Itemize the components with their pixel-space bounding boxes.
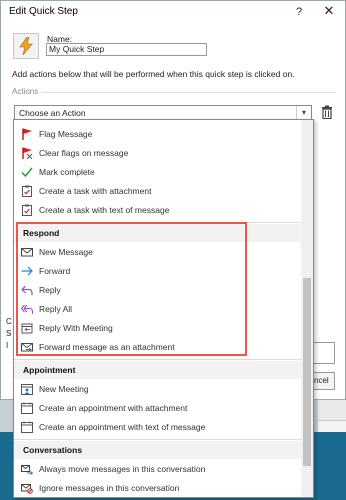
list-item-label: Always move messages in this conversatio… bbox=[39, 464, 206, 474]
list-item-new-message[interactable]: New Message bbox=[14, 243, 302, 262]
list-item-label: Mark complete bbox=[39, 167, 95, 177]
reply-all-icon bbox=[21, 304, 33, 314]
actions-divider bbox=[41, 92, 336, 93]
action-dropdown-list[interactable]: Flag Message Clear flags on message Mark… bbox=[13, 119, 314, 498]
list-item-label: Forward bbox=[39, 266, 71, 276]
red-flag-icon bbox=[22, 128, 32, 140]
list-item-ignore-messages[interactable]: Ignore messages in this conversation bbox=[14, 479, 302, 498]
calendar-people-icon bbox=[21, 384, 33, 395]
reply-meeting-icon bbox=[21, 323, 33, 334]
list-item-label: Forward message as an attachment bbox=[39, 342, 175, 352]
list-item-label: Create an appointment with text of messa… bbox=[39, 422, 206, 432]
actions-group-label: Actions bbox=[12, 87, 39, 96]
list-item-label: Reply All bbox=[39, 304, 73, 314]
cancel-button-label: ncel bbox=[314, 376, 329, 385]
delete-trash-icon[interactable] bbox=[321, 105, 333, 119]
list-item-forward-as-attachment[interactable]: Forward message as an attachment bbox=[14, 338, 302, 357]
partial-input-field[interactable] bbox=[314, 342, 335, 364]
lightning-icon bbox=[19, 37, 33, 55]
list-item-label: New Message bbox=[39, 247, 93, 257]
section-title: Respond bbox=[23, 228, 60, 238]
instructions-text: Add actions below that will be performed… bbox=[12, 69, 295, 79]
dialog-title: Edit Quick Step bbox=[9, 6, 78, 17]
partial-label-i: I bbox=[6, 341, 9, 350]
list-item-always-move[interactable]: Always move messages in this conversatio… bbox=[14, 460, 302, 479]
list-item-label: Reply bbox=[39, 285, 61, 295]
quick-step-icon-button[interactable] bbox=[13, 33, 39, 59]
partial-label-c: C bbox=[6, 317, 12, 326]
list-item-label: Ignore messages in this conversation bbox=[39, 483, 180, 493]
list-item-label: Create a task with attachment bbox=[39, 186, 152, 196]
list-item-label: Create an appointment with attachment bbox=[39, 403, 188, 413]
checkmark-icon bbox=[21, 167, 33, 178]
list-item-new-meeting[interactable]: New Meeting bbox=[14, 380, 302, 399]
chevron-down-icon[interactable]: ▾ bbox=[296, 106, 311, 119]
list-item-reply-all[interactable]: Reply All bbox=[14, 300, 302, 319]
list-item-flag-message[interactable]: Flag Message bbox=[14, 125, 302, 144]
section-divider bbox=[14, 439, 302, 440]
envelope-icon bbox=[21, 248, 33, 257]
forward-attachment-icon bbox=[21, 343, 33, 352]
cancel-button[interactable]: ncel bbox=[314, 372, 335, 390]
partial-label-s: S bbox=[6, 329, 12, 338]
list-item-forward[interactable]: Forward bbox=[14, 262, 302, 281]
list-item-label: Reply With Meeting bbox=[39, 323, 113, 333]
dropdown-scrollbar[interactable] bbox=[301, 120, 313, 497]
move-folder-icon bbox=[21, 465, 33, 475]
list-item-label: Flag Message bbox=[39, 129, 93, 139]
combobox-value: Choose an Action bbox=[19, 108, 86, 118]
section-divider bbox=[14, 222, 302, 223]
calendar-icon bbox=[21, 402, 33, 414]
section-divider bbox=[14, 359, 302, 360]
section-title: Conversations bbox=[23, 445, 83, 455]
section-header-conversations: Conversations bbox=[14, 441, 302, 459]
reply-arrow-icon bbox=[21, 285, 33, 295]
task-clipboard-icon bbox=[22, 185, 32, 197]
close-button[interactable]: ✕ bbox=[321, 3, 337, 19]
help-button[interactable]: ? bbox=[291, 4, 307, 20]
list-item-label: New Meeting bbox=[39, 384, 89, 394]
section-header-appointment: Appointment bbox=[14, 361, 302, 379]
section-header-respond: Respond bbox=[14, 224, 302, 242]
list-item-reply-with-meeting[interactable]: Reply With Meeting bbox=[14, 319, 302, 338]
list-item-mark-complete[interactable]: Mark complete bbox=[14, 163, 302, 182]
list-item-appointment-text[interactable]: Create an appointment with text of messa… bbox=[14, 418, 302, 437]
list-item-task-attachment[interactable]: Create a task with attachment bbox=[14, 182, 302, 201]
name-input[interactable]: My Quick Step bbox=[46, 43, 207, 56]
list-item-task-text[interactable]: Create a task with text of message bbox=[14, 201, 302, 220]
list-item-appointment-attachment[interactable]: Create an appointment with attachment bbox=[14, 399, 302, 418]
ignore-envelope-icon bbox=[21, 484, 33, 494]
list-item-label: Clear flags on message bbox=[39, 148, 129, 158]
title-bar: Edit Quick Step ? ✕ bbox=[1, 1, 345, 23]
list-item-reply[interactable]: Reply bbox=[14, 281, 302, 300]
forward-arrow-icon bbox=[21, 266, 33, 276]
flag-clear-icon bbox=[22, 147, 33, 159]
list-item-label: Create a task with text of message bbox=[39, 205, 170, 215]
calendar-icon bbox=[21, 421, 33, 433]
choose-action-combobox[interactable]: Choose an Action ▾ bbox=[14, 105, 312, 120]
task-clipboard-icon bbox=[22, 204, 32, 216]
list-item-clear-flags[interactable]: Clear flags on message bbox=[14, 144, 302, 163]
scrollbar-thumb[interactable] bbox=[303, 278, 311, 466]
section-title: Appointment bbox=[23, 365, 76, 375]
